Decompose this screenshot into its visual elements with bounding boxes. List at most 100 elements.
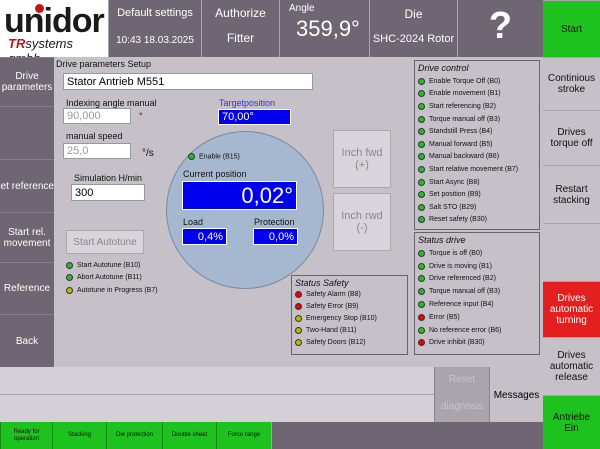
- led-icon: [418, 301, 425, 309]
- status-drive-item: Reference input (B4): [415, 298, 539, 311]
- inch-rwd-symbol: (-): [356, 222, 368, 234]
- drive-control-item-label: Reset safety (B30): [429, 216, 487, 224]
- status-drive-title: Status drive: [418, 235, 466, 245]
- led-icon: [418, 165, 425, 173]
- user-label: Fitter: [226, 31, 255, 45]
- led-icon: [418, 249, 425, 257]
- status-drive-list: Torque is off (B0) Drive is moving (B1) Dr…: [415, 247, 539, 349]
- target-position-field[interactable]: 70,00°: [218, 109, 291, 125]
- nav-drive-parameters[interactable]: Drive parameters: [0, 57, 54, 106]
- nav-start-rel-movement[interactable]: Start rel. movement: [0, 212, 54, 262]
- drive-name-field[interactable]: Stator Antrieb M551: [63, 73, 313, 90]
- inch-fwd-label: Inch fwd: [341, 147, 383, 159]
- autotune-item: Start Autotune (B10): [66, 259, 158, 272]
- load-label: Load: [183, 217, 204, 227]
- authorize-button[interactable]: Authorize Fitter: [201, 0, 279, 57]
- empty-right-button[interactable]: [543, 223, 600, 281]
- led-icon: [295, 326, 302, 334]
- status-drive-item-label: Reference input (B4): [429, 301, 494, 309]
- header-bar: unidor TRsystems gmbh Default settings 1…: [0, 0, 543, 66]
- drive-control-item: Torque manual off (B3): [415, 113, 539, 126]
- nav-reference[interactable]: Reference: [0, 262, 54, 314]
- unidor-logo: unidor TRsystems gmbh: [0, 0, 108, 66]
- reset-label: Reset: [448, 374, 476, 385]
- drive-control-item-label: Torque manual off (B3): [429, 115, 501, 123]
- nav-empty[interactable]: [0, 106, 54, 159]
- simulation-label: Simulation H/min: [74, 173, 143, 183]
- status-drive-item-label: No reference error (B6): [429, 326, 502, 334]
- drive-control-item-label: Manual forward (B5): [429, 140, 493, 148]
- drive-control-item: Start relative movement (B7): [415, 163, 539, 176]
- tab-double-sheet[interactable]: Double sheet: [162, 422, 216, 449]
- led-icon: [418, 102, 425, 110]
- start-autotune-button[interactable]: Start Autotune: [66, 230, 144, 254]
- logo-subtext-tr: TR: [8, 36, 26, 51]
- drive-control-item: Reset safety (B30): [415, 214, 539, 227]
- protection-value: 0,0%: [253, 228, 298, 245]
- autotune-item: Autotune in Progress (B7): [66, 284, 158, 297]
- die-value: SHC-2024 Rotor: [372, 33, 455, 45]
- antriebe-ein-button[interactable]: Antriebe Ein: [543, 395, 600, 449]
- status-drive-item-label: Torque is off (B0): [429, 249, 483, 257]
- status-safety-item: Safety Error (B9): [292, 300, 407, 312]
- simulation-field[interactable]: 300: [71, 184, 145, 201]
- led-icon: [418, 191, 425, 199]
- status-safety-item-label: Safety Error (B9): [306, 302, 359, 310]
- autotune-item-label: Start Autotune (B10): [77, 261, 141, 269]
- inch-fwd-button[interactable]: Inch fwd (+): [333, 130, 391, 188]
- message-area: [0, 367, 434, 395]
- drives-torque-off-button[interactable]: Drives torque off: [543, 110, 600, 165]
- status-safety-item-label: Safety Doors (B12): [306, 338, 366, 346]
- drives-automatic-turning-button[interactable]: Drives automatic turning: [543, 281, 600, 337]
- main-panel: Drive parameters Setup Stator Antrieb M5…: [54, 57, 543, 367]
- status-safety-item-label: Two-Hand (B11): [306, 326, 357, 334]
- drive-control-title: Drive control: [418, 63, 469, 73]
- settings-cell[interactable]: Default settings 10:43 18.03.2025: [108, 0, 201, 57]
- manual-speed-field[interactable]: 25,0: [63, 143, 131, 159]
- drive-control-item: Start referencing (B2): [415, 100, 539, 113]
- tab-stacking[interactable]: Stacking: [52, 422, 106, 449]
- status-safety-list: Safety Alarm (B8) Safety Error (B9) Emerge…: [292, 288, 407, 348]
- led-icon: [418, 153, 425, 161]
- diagnosis-label: diagnosis: [440, 401, 484, 412]
- led-icon: [418, 178, 425, 186]
- load-value: 0,4%: [182, 228, 227, 245]
- messages-button[interactable]: Messages: [489, 367, 543, 423]
- current-position-label: Current position: [183, 169, 247, 179]
- start-button[interactable]: Start: [543, 0, 600, 57]
- drive-control-panel: Drive control Enable Torque Off (B0) Enab…: [414, 60, 540, 230]
- angle-value: 359,9°: [296, 16, 360, 41]
- nav-set-reference[interactable]: set reference: [0, 159, 54, 212]
- tab-ready-for-operation[interactable]: Ready for operation: [0, 422, 52, 449]
- reset-diagnosis-button[interactable]: Reset diagnosis: [434, 367, 489, 423]
- status-drive-item-label: Drive inhibit (B30): [429, 339, 485, 347]
- tab-force-range[interactable]: Force range: [216, 422, 271, 449]
- drives-automatic-release-button[interactable]: Drives automatic release: [543, 337, 600, 395]
- status-drive-item: Drive inhibit (B30): [415, 337, 539, 350]
- die-cell[interactable]: Die SHC-2024 Rotor: [369, 0, 457, 57]
- status-safety-item-label: Emergency Stop (B10): [306, 314, 377, 322]
- led-icon: [418, 203, 425, 211]
- indexing-angle-field[interactable]: 90,000: [63, 108, 131, 124]
- led-icon: [295, 338, 302, 346]
- led-icon: [418, 275, 425, 283]
- status-safety-item: Two-Hand (B11): [292, 324, 407, 336]
- continious-stroke-button[interactable]: Continious stroke: [543, 57, 600, 110]
- status-drive-item-label: Drive referenced (B2): [429, 275, 496, 283]
- help-button[interactable]: ?: [457, 0, 543, 57]
- led-icon: [418, 140, 425, 148]
- inch-rwd-button[interactable]: Inch rwd (-): [333, 193, 391, 251]
- led-icon: [418, 128, 425, 136]
- led-icon: [418, 90, 425, 98]
- nav-back[interactable]: Back: [0, 314, 54, 367]
- drive-control-item-label: Start Async (B8): [429, 178, 480, 186]
- autotune-item-label: Autotune in Progress (B7): [77, 286, 158, 294]
- status-safety-item: Emergency Stop (B10): [292, 312, 407, 324]
- restart-stacking-button[interactable]: Restart stacking: [543, 165, 600, 223]
- enable-label: Enable (B15): [199, 153, 240, 161]
- die-label: Die: [404, 7, 423, 21]
- status-safety-item-label: Safety Alarm (B8): [306, 290, 361, 298]
- tab-die-protection[interactable]: Die protection: [106, 422, 162, 449]
- drive-control-item-label: Enable movement (B1): [429, 90, 501, 98]
- led-icon: [66, 286, 73, 294]
